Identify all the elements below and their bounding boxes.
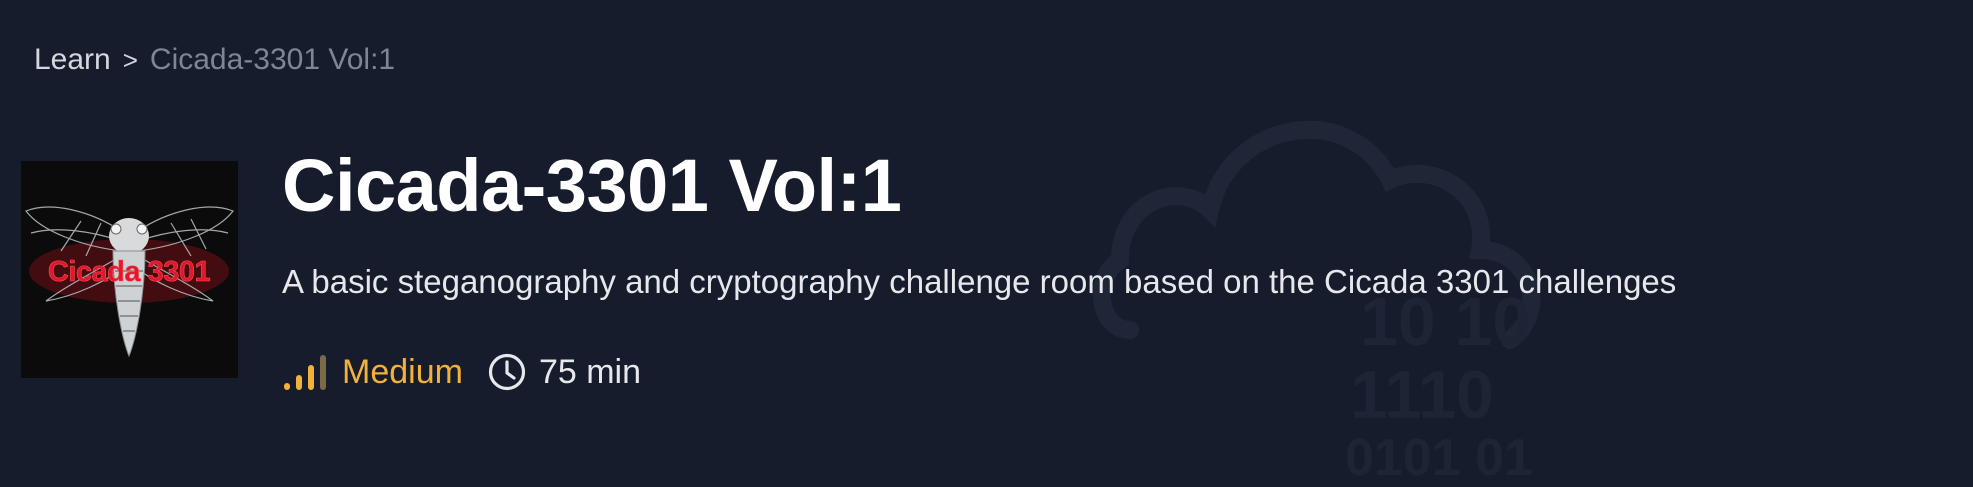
signal-bars-icon — [284, 355, 326, 390]
thumbnail-text: Cicada 3301 — [48, 256, 211, 288]
duration: 75 min — [487, 350, 641, 394]
room-description: A basic steganography and cryptography c… — [282, 263, 1677, 300]
breadcrumb: Learn > Cicada-3301 Vol:1 — [34, 40, 395, 80]
binary-line-3: 0101 01 — [1345, 429, 1533, 487]
breadcrumb-separator: > — [122, 45, 138, 75]
binary-line-2: 1110 — [1350, 357, 1494, 433]
room-title: Cicada-3301 Vol:1 — [282, 144, 902, 227]
room-header: 10 10 1110 0101 01 Learn > Cicada-3301 V… — [0, 0, 1973, 487]
difficulty-badge: Medium — [282, 350, 463, 394]
cicada-image: Cicada 3301 — [21, 161, 238, 378]
room-meta: Medium 75 min — [282, 350, 641, 394]
difficulty-label: Medium — [342, 353, 463, 391]
room-thumbnail: Cicada 3301 — [21, 161, 238, 378]
breadcrumb-current: Cicada-3301 Vol:1 — [149, 43, 396, 76]
clock-icon — [488, 353, 526, 391]
duration-label: 75 min — [538, 353, 641, 391]
breadcrumb-learn-link[interactable]: Learn — [34, 40, 111, 80]
